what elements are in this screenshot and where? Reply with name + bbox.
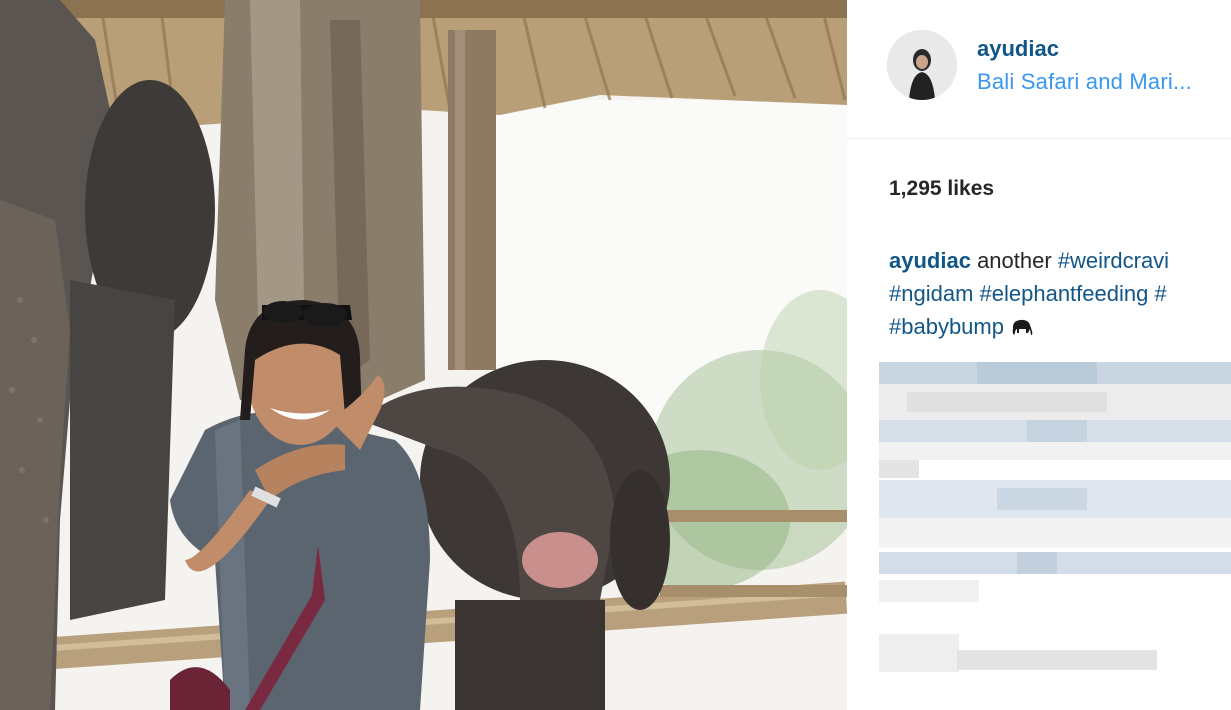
post-photo[interactable]: [0, 0, 847, 710]
hashtag-link[interactable]: #weirdcravi: [1058, 248, 1169, 273]
hashtag-link[interactable]: #elephantfeeding: [980, 281, 1149, 306]
caption-line-1: ayudiac another #weirdcravi: [889, 244, 1231, 277]
likes-count[interactable]: 1,295 likes: [889, 177, 994, 201]
avatar[interactable]: [887, 30, 957, 100]
caption-text: another: [977, 248, 1052, 273]
post-side-panel: ayudiac Bali Safari and Mari... 1,295 li…: [847, 0, 1231, 710]
post-caption: ayudiac another #weirdcravi #ngidam #ele…: [889, 244, 1231, 346]
hashtag-link[interactable]: #ngidam: [889, 281, 973, 306]
photo-image: [0, 0, 847, 710]
elephant-emoji-icon: [1010, 313, 1034, 346]
instagram-post: ayudiac Bali Safari and Mari... 1,295 li…: [0, 0, 1231, 710]
hashtag-link[interactable]: #: [1154, 281, 1166, 306]
caption-line-3: #babybump: [889, 310, 1231, 346]
pixelated-comments: [847, 352, 1231, 710]
post-header: ayudiac Bali Safari and Mari...: [847, 0, 1231, 139]
username-link[interactable]: ayudiac: [977, 36, 1059, 62]
hashtag-link[interactable]: #babybump: [889, 314, 1004, 339]
caption-username-link[interactable]: ayudiac: [889, 248, 971, 273]
caption-line-2: #ngidam #elephantfeeding #: [889, 277, 1231, 310]
location-link[interactable]: Bali Safari and Mari...: [977, 69, 1192, 95]
avatar-image: [887, 30, 957, 100]
